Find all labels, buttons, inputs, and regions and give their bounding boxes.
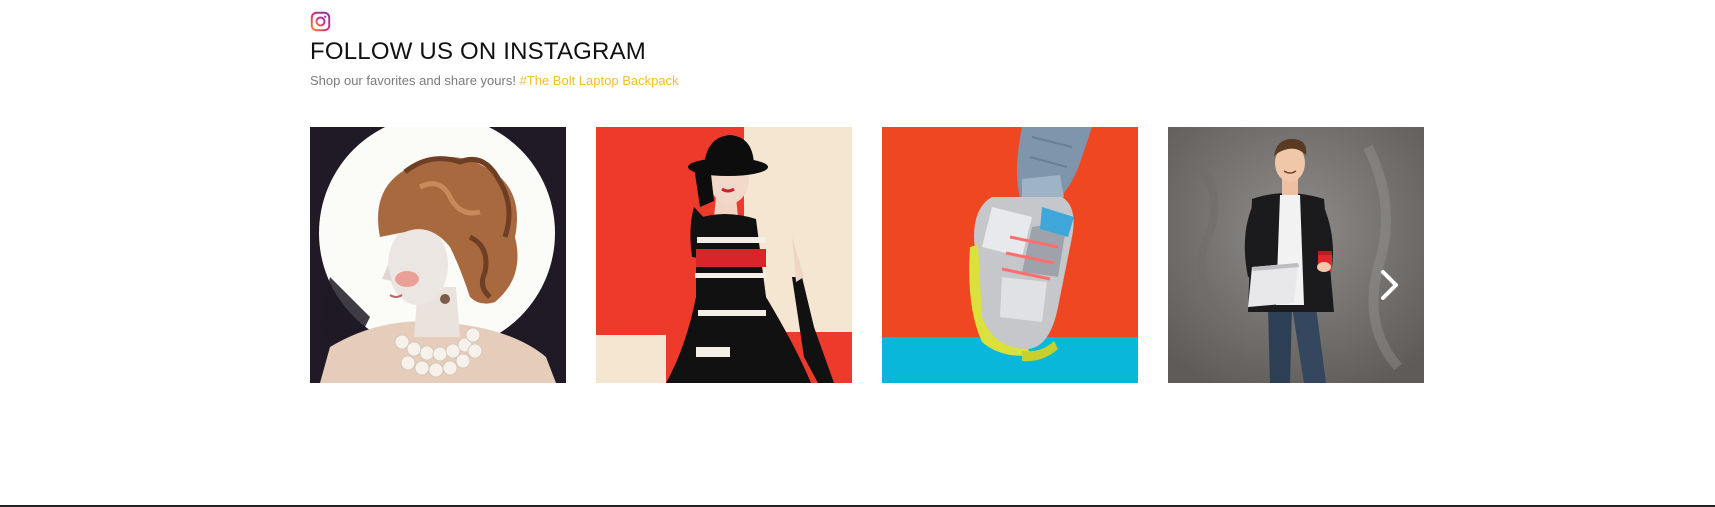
post-image-woman-curly-hair bbox=[310, 127, 566, 383]
post-image-woman-black-hat bbox=[596, 127, 852, 383]
instagram-post-2[interactable] bbox=[596, 127, 852, 383]
instagram-section: FOLLOW US ON INSTAGRAM Shop our favorite… bbox=[0, 0, 1715, 507]
instagram-post-4[interactable] bbox=[1168, 127, 1424, 383]
instagram-icon[interactable] bbox=[310, 11, 331, 32]
hashtag-link[interactable]: #The Bolt Laptop Backpack bbox=[520, 73, 679, 88]
instagram-gallery bbox=[310, 127, 1424, 383]
section-title: FOLLOW US ON INSTAGRAM bbox=[310, 38, 646, 65]
instagram-post-1[interactable] bbox=[310, 127, 566, 383]
post-image-metallic-sneaker bbox=[882, 127, 1138, 383]
post-image-man-with-laptop bbox=[1168, 127, 1424, 383]
chevron-right-icon[interactable] bbox=[1378, 269, 1400, 301]
instagram-post-3[interactable] bbox=[882, 127, 1138, 383]
section-subtitle: Shop our favorites and share yours! #The… bbox=[310, 73, 679, 88]
subtitle-text: Shop our favorites and share yours! bbox=[310, 73, 520, 88]
